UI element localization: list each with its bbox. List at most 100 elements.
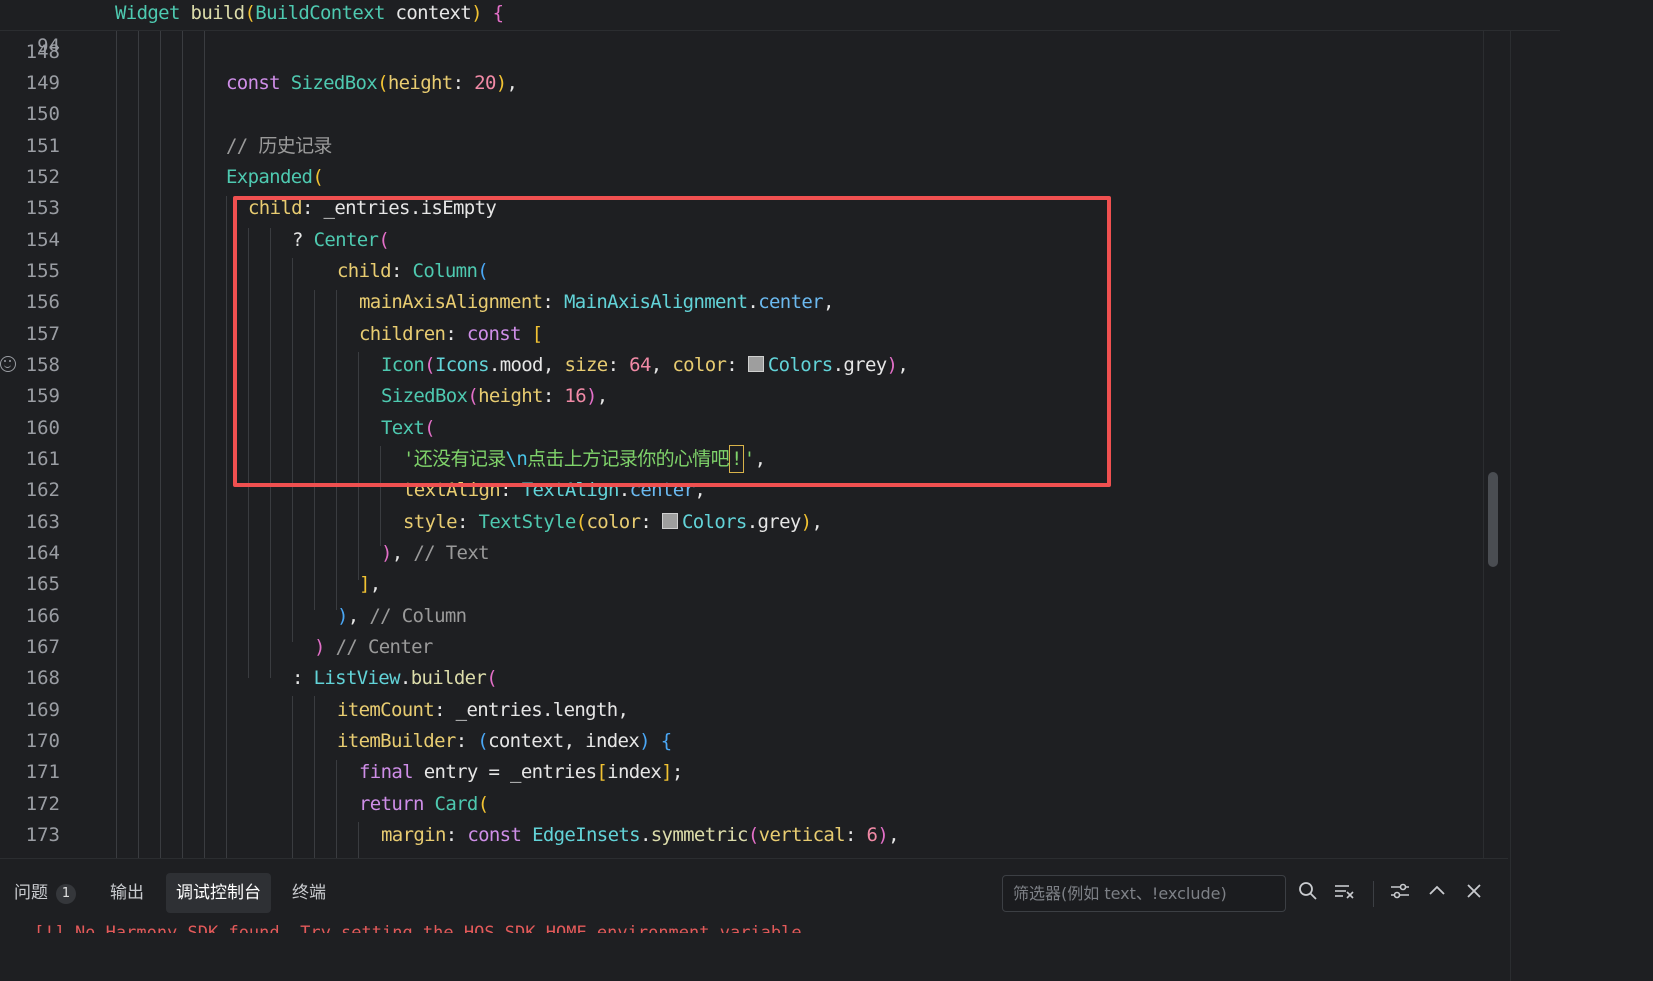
code-token: ; xyxy=(671,761,683,783)
code-token: : xyxy=(445,323,467,345)
code-line-160[interactable]: Text( xyxy=(0,412,1560,445)
code-token: child xyxy=(248,197,303,219)
code-token: ( xyxy=(477,793,489,815)
code-token: 点击上方记录你的心情吧 xyxy=(527,448,730,470)
code-line-165[interactable]: ], xyxy=(0,568,1560,601)
right-gutter xyxy=(1510,0,1653,981)
code-token: symmetric xyxy=(650,824,749,846)
code-token: : xyxy=(726,354,748,376)
settings-sliders-icon[interactable] xyxy=(1388,881,1412,905)
code-line-168[interactable]: : ListView.builder( xyxy=(0,662,1560,695)
indent-guide xyxy=(270,228,271,678)
sticky-code: Widget build(BuildContext context) { xyxy=(115,2,504,24)
code-line-157[interactable]: children: const [ xyxy=(0,318,1560,351)
code-token: ) xyxy=(800,511,812,533)
code-line-170[interactable]: itemBuilder: (context, index) { xyxy=(0,725,1560,758)
code-token: .grey xyxy=(832,354,888,376)
indent-guide xyxy=(226,196,227,902)
tab-terminal[interactable]: 终端 xyxy=(282,873,336,913)
code-token: .mood, xyxy=(488,354,565,376)
code-token: : xyxy=(640,511,662,533)
code-token: , xyxy=(347,605,370,627)
code-token: itemBuilder xyxy=(337,730,456,752)
chevron-up-icon[interactable] xyxy=(1425,881,1449,905)
color-swatch-icon[interactable] xyxy=(661,513,678,529)
code-token: : xyxy=(542,291,564,313)
vertical-scrollbar[interactable] xyxy=(1488,472,1498,567)
code-line-162[interactable]: textAlign: TextAlign.center, xyxy=(0,474,1560,507)
code-token: color xyxy=(586,511,641,533)
code-line-171[interactable]: final entry = _entries[index]; xyxy=(0,756,1560,789)
code-line-149[interactable]: const SizedBox(height: 20), xyxy=(0,67,1560,100)
code-line-159[interactable]: SizedBox(height: 16), xyxy=(0,380,1560,413)
scrollbar-track xyxy=(1483,0,1484,902)
code-token: : xyxy=(500,479,522,501)
code-line-164[interactable]: ), // Text xyxy=(0,537,1560,570)
code-line-158[interactable]: Icon(Icons.mood, size: 64, color: Colors… xyxy=(0,349,1560,382)
filter-input[interactable] xyxy=(1002,875,1286,912)
code-line-169[interactable]: itemCount: _entries.length, xyxy=(0,694,1560,727)
code-token: // Center xyxy=(335,636,434,658)
code-token: Column xyxy=(412,260,478,282)
tab-label: 调试控制台 xyxy=(176,883,261,903)
code-token: style xyxy=(403,511,458,533)
code-token: : _entries.isEmpty xyxy=(301,197,497,219)
tab-output[interactable]: 输出 xyxy=(100,873,154,913)
code-token: 6 xyxy=(866,824,878,846)
code-token: , xyxy=(694,479,706,501)
code-line-167[interactable]: ) // Center xyxy=(0,631,1560,664)
code-token: TextAlign xyxy=(521,479,620,501)
sticky-scroll-header[interactable]: 94 Widget build(BuildContext context) { xyxy=(0,0,1560,57)
code-line-166[interactable]: ), // Column xyxy=(0,600,1560,633)
code-token: [ xyxy=(531,323,543,345)
code-token: TextStyle xyxy=(478,511,577,533)
code-line-161[interactable]: '还没有记录\n点击上方记录你的心情吧! ', xyxy=(0,443,1560,476)
mood-icon xyxy=(0,356,16,372)
code-line-172[interactable]: return Card( xyxy=(0,788,1560,821)
code-token: ( xyxy=(467,385,479,407)
code-token: : xyxy=(445,824,468,846)
code-token: ] xyxy=(661,761,672,783)
code-line-151[interactable]: // 历史记录 xyxy=(0,130,1560,163)
search-icon[interactable] xyxy=(1296,881,1320,905)
code-line-156[interactable]: mainAxisAlignment: MainAxisAlignment.cen… xyxy=(0,286,1560,319)
code-token: center xyxy=(629,479,695,501)
code-token: ] xyxy=(359,573,370,595)
code-line-152[interactable]: Expanded( xyxy=(0,161,1560,194)
tab-problems[interactable]: 问题 1 xyxy=(4,873,86,913)
code-token: ) xyxy=(314,636,325,658)
code-token: ( xyxy=(486,667,498,689)
close-icon[interactable] xyxy=(1462,881,1486,905)
code-comment: // 历史记录 xyxy=(226,135,332,157)
code-token: itemCount xyxy=(337,699,435,721)
code-editor[interactable]: 94 Widget build(BuildContext context) { … xyxy=(0,0,1653,902)
code-token: ( xyxy=(378,229,390,251)
clear-console-icon[interactable] xyxy=(1332,881,1356,905)
code-line-163[interactable]: style: TextStyle(color: Colors.grey), xyxy=(0,506,1560,539)
color-swatch-icon[interactable] xyxy=(747,356,764,372)
code-token: center xyxy=(758,291,823,313)
code-token: ) xyxy=(877,824,889,846)
code-token: '还没有记录 xyxy=(403,448,506,470)
line-number: 94 xyxy=(37,35,60,57)
code-token: , xyxy=(897,354,909,376)
code-token: : xyxy=(607,354,630,376)
code-line-154[interactable]: ? Center( xyxy=(0,224,1560,257)
code-token: : xyxy=(292,667,314,689)
code-token: : xyxy=(844,824,867,846)
code-token: textAlign xyxy=(403,479,501,501)
code-line-153[interactable]: child: _entries.isEmpty xyxy=(0,192,1560,225)
code-token: . xyxy=(618,479,630,501)
code-token: \n xyxy=(505,448,528,470)
tab-debug-console[interactable]: 调试控制台 xyxy=(166,873,271,913)
tab-label: 终端 xyxy=(292,883,326,903)
code-token: ( xyxy=(424,417,435,439)
code-token: margin xyxy=(381,824,446,846)
code-line-173[interactable]: margin: const EdgeInsets.symmetric(verti… xyxy=(0,819,1560,852)
code-token: { xyxy=(660,730,672,752)
code-line-155[interactable]: child: Column( xyxy=(0,255,1560,288)
code-token: SizedBox xyxy=(290,72,378,94)
code-token: , xyxy=(822,291,834,313)
code-token: const xyxy=(467,824,522,846)
